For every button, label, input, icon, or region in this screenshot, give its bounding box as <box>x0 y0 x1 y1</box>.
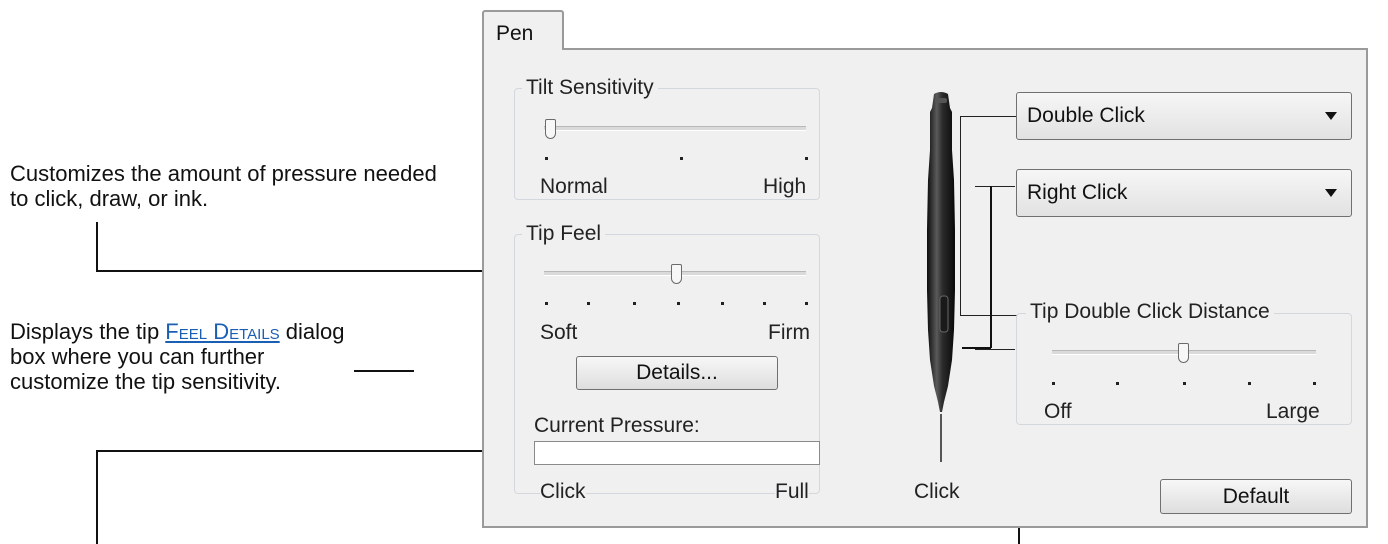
tilt-sensitivity-title: Tilt Sensitivity <box>522 76 658 100</box>
lower-switch-connector-bottom <box>962 347 991 349</box>
default-button[interactable]: Default <box>1160 479 1352 514</box>
pressure-click-label: Click <box>540 480 586 504</box>
tip-feel-leader-horizontal <box>96 270 518 272</box>
details-annotation-prefix: Displays the tip <box>10 319 166 344</box>
tip-feel-slider[interactable] <box>671 264 682 284</box>
tick-mark <box>1052 382 1055 385</box>
distance-large-label: Large <box>1266 400 1320 423</box>
tick-mark <box>545 302 548 305</box>
tick-mark <box>545 157 548 160</box>
current-pressure-bar <box>534 441 820 465</box>
tip-feel-title: Tip Feel <box>522 222 606 246</box>
tick-mark <box>677 302 680 305</box>
lower-side-switch-value: Right Click <box>1027 181 1128 204</box>
pressure-leader-vertical <box>96 450 98 544</box>
pressure-leader-horizontal <box>96 450 522 452</box>
tick-mark <box>805 157 808 160</box>
upper-side-switch-value: Double Click <box>1027 104 1145 127</box>
tick-mark <box>1248 382 1251 385</box>
double-click-distance-title: Tip Double Click Distance <box>1026 300 1274 324</box>
current-pressure-label: Current Pressure: <box>534 414 706 438</box>
tick-mark <box>680 157 683 160</box>
tick-mark <box>763 302 766 305</box>
tick-mark <box>1313 382 1316 385</box>
lower-switch-connector <box>975 186 1015 350</box>
tilt-sensitivity-track[interactable] <box>544 126 806 131</box>
tick-mark <box>1116 382 1119 385</box>
tick-mark <box>1183 382 1186 385</box>
pen-tip-click-label: Click <box>914 480 960 503</box>
double-click-distance-slider[interactable] <box>1178 343 1189 363</box>
tick-mark <box>721 302 724 305</box>
tab-pen[interactable]: Pen <box>482 10 564 50</box>
details-annotation: Displays the tip Feel Details dialog box… <box>10 319 350 394</box>
upper-side-switch-select[interactable]: Double Click <box>1016 92 1352 140</box>
lower-side-switch-select[interactable]: Right Click <box>1016 169 1352 217</box>
pressure-full-label: Full <box>775 480 809 504</box>
tip-feel-annotation: Customizes the amount of pressure needed… <box>10 161 437 211</box>
tilt-sensitivity-slider[interactable] <box>545 119 556 139</box>
tip-feel-leader-vertical <box>96 222 98 272</box>
tick-mark <box>633 302 636 305</box>
tick-mark <box>587 302 590 305</box>
details-button[interactable]: Details... <box>576 356 778 390</box>
distance-off-label: Off <box>1044 400 1072 423</box>
tilt-normal-label: Normal <box>540 175 608 198</box>
chevron-down-icon <box>1325 112 1337 120</box>
details-leader <box>354 370 414 372</box>
tick-mark <box>805 302 808 305</box>
tip-feel-firm-label: Firm <box>768 321 810 344</box>
tip-feel-soft-label: Soft <box>540 321 578 344</box>
chevron-down-icon <box>1325 189 1337 197</box>
tilt-high-label: High <box>763 175 807 198</box>
feel-details-link[interactable]: Feel Details <box>165 319 279 344</box>
lower-switch-connector-vertical <box>990 186 992 348</box>
